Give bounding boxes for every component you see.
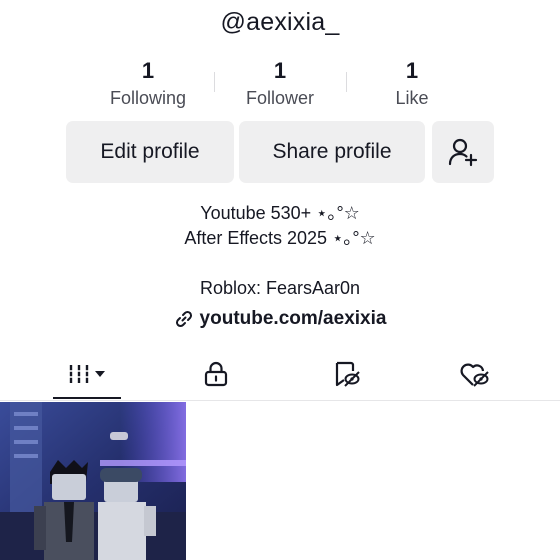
profile-link-text: youtube.com/aexixia [199,308,387,329]
video-thumbnail[interactable] [0,402,186,560]
stat-divider [346,72,347,92]
profile-link[interactable]: youtube.com/aexixia [0,308,560,330]
bio-line: After Effects 2025 ⋆｡°☆ [184,228,376,248]
stat-following[interactable]: 1 Following [82,58,214,110]
grid-icon [67,365,105,383]
following-count: 1 [141,58,155,83]
share-profile-button[interactable]: Share profile [239,121,425,183]
following-label: Following [109,88,187,108]
chevron-down-icon [95,371,105,377]
content-tabs [0,350,560,401]
tab-liked[interactable] [434,350,514,398]
username: @aexixia_ [220,8,340,36]
video-thumbnail-image [0,402,186,560]
follower-count: 1 [273,58,287,83]
repost-icon [335,361,360,387]
lock-icon [204,361,228,387]
link-icon [174,309,194,329]
heart-hidden-icon [460,363,489,387]
follower-label: Follower [245,88,315,108]
bio-line: Roblox: FearsAar0n [199,278,361,298]
profile-page: @aexixia_ 1 Following 1 Follower 1 Like … [0,0,560,560]
stat-likes[interactable]: 1 Like [346,58,478,110]
stat-followers[interactable]: 1 Follower [214,58,346,110]
add-friend-button[interactable] [432,121,494,183]
like-label: Like [395,88,429,108]
tab-private[interactable] [176,350,256,398]
tab-reposts[interactable] [306,350,386,398]
bio-line: Youtube 530+ ⋆｡°☆ [200,203,360,223]
stat-divider [214,72,215,92]
add-user-icon [448,138,478,167]
edit-profile-button[interactable]: Edit profile [66,121,234,183]
stats-row: 1 Following 1 Follower 1 Like [82,58,478,110]
tab-videos[interactable] [47,350,127,398]
active-tab-indicator [53,397,121,399]
like-count: 1 [405,58,419,83]
